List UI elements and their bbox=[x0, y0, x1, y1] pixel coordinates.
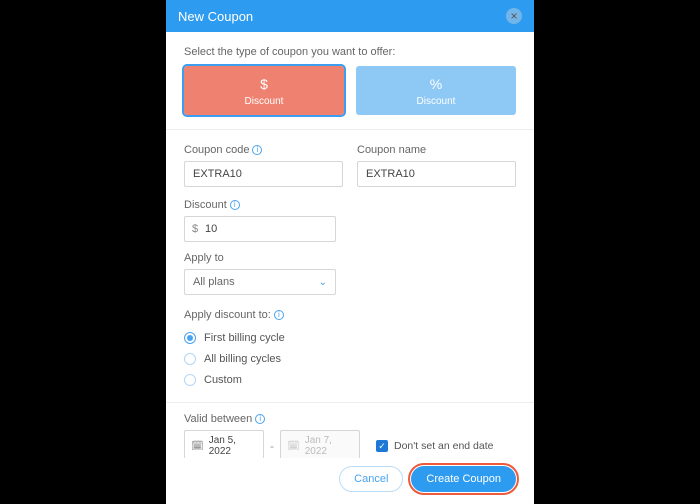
discount-input[interactable] bbox=[184, 216, 336, 242]
modal-title: New Coupon bbox=[178, 9, 253, 24]
new-coupon-modal: New Coupon × Select the type of coupon y… bbox=[166, 0, 534, 504]
apply-to-select[interactable]: All plans ⌄ bbox=[184, 269, 336, 295]
range-dash: - bbox=[270, 439, 274, 453]
coupon-code-label: Coupon code bbox=[184, 144, 249, 156]
modal-body: Select the type of coupon you want to of… bbox=[166, 32, 534, 458]
valid-between-field: Valid between i 🗓 Jan 5, 2022 - 🗓 Jan 7,… bbox=[184, 413, 516, 458]
radio-custom[interactable]: Custom bbox=[184, 374, 516, 386]
coupon-type-label: Discount bbox=[245, 96, 284, 107]
start-date-value: Jan 5, 2022 bbox=[209, 435, 257, 457]
coupon-type-label: Discount bbox=[417, 96, 456, 107]
modal-header: New Coupon × bbox=[166, 0, 534, 32]
close-icon[interactable]: × bbox=[506, 8, 522, 24]
radio-label: All billing cycles bbox=[204, 353, 281, 365]
radio-icon bbox=[184, 332, 196, 344]
divider bbox=[166, 402, 534, 403]
modal-footer: Cancel Create Coupon bbox=[166, 458, 534, 504]
no-end-date-checkbox[interactable]: ✓ bbox=[376, 440, 388, 452]
discount-label: Discount bbox=[184, 199, 227, 211]
no-end-date-label: Don't set an end date bbox=[394, 440, 494, 452]
info-icon[interactable]: i bbox=[274, 310, 284, 320]
start-date-input[interactable]: 🗓 Jan 5, 2022 bbox=[184, 430, 264, 458]
coupon-type-row: $ Discount % Discount bbox=[184, 66, 516, 115]
coupon-name-label: Coupon name bbox=[357, 144, 426, 156]
info-icon[interactable]: i bbox=[252, 145, 262, 155]
info-icon[interactable]: i bbox=[255, 414, 265, 424]
coupon-code-input[interactable] bbox=[184, 161, 343, 187]
end-date-input: 🗓 Jan 7, 2022 bbox=[280, 430, 360, 458]
valid-between-label: Valid between bbox=[184, 413, 252, 425]
coupon-name-field: Coupon name bbox=[357, 144, 516, 187]
apply-to-field: Apply to All plans ⌄ bbox=[184, 252, 336, 295]
radio-label: First billing cycle bbox=[204, 332, 285, 344]
calendar-icon: 🗓 bbox=[287, 441, 300, 452]
coupon-type-dollar[interactable]: $ Discount bbox=[184, 66, 344, 115]
percent-icon: % bbox=[356, 76, 516, 92]
cancel-button[interactable]: Cancel bbox=[339, 466, 403, 492]
apply-to-value: All plans bbox=[193, 276, 235, 288]
end-date-value: Jan 7, 2022 bbox=[305, 435, 353, 457]
radio-first-billing[interactable]: First billing cycle bbox=[184, 332, 516, 344]
apply-discount-to-label: Apply discount to: bbox=[184, 309, 271, 321]
chevron-down-icon: ⌄ bbox=[319, 277, 327, 288]
discount-field: Discount i $ bbox=[184, 199, 336, 242]
radio-icon bbox=[184, 353, 196, 365]
coupon-code-field: Coupon code i bbox=[184, 144, 343, 187]
divider bbox=[166, 129, 534, 130]
create-coupon-button[interactable]: Create Coupon bbox=[411, 466, 516, 492]
coupon-type-percent[interactable]: % Discount bbox=[356, 66, 516, 115]
coupon-name-input[interactable] bbox=[357, 161, 516, 187]
currency-prefix: $ bbox=[192, 223, 198, 235]
apply-discount-to-field: Apply discount to: i First billing cycle… bbox=[184, 309, 516, 390]
intro-text: Select the type of coupon you want to of… bbox=[184, 46, 516, 58]
apply-to-label: Apply to bbox=[184, 252, 224, 264]
calendar-icon: 🗓 bbox=[191, 441, 204, 452]
radio-all-billing[interactable]: All billing cycles bbox=[184, 353, 516, 365]
dollar-icon: $ bbox=[184, 76, 344, 92]
radio-label: Custom bbox=[204, 374, 242, 386]
radio-icon bbox=[184, 374, 196, 386]
info-icon[interactable]: i bbox=[230, 200, 240, 210]
